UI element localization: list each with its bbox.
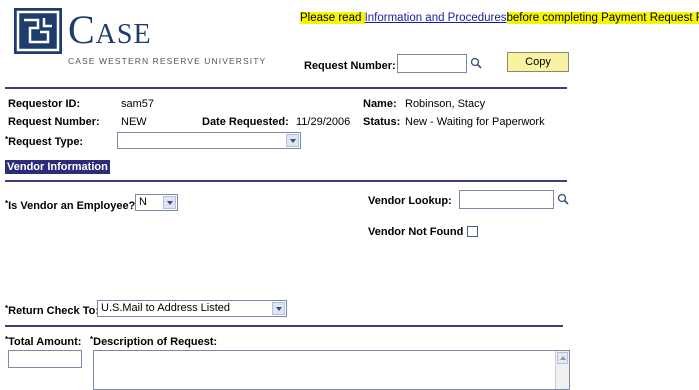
amount-divider <box>5 325 563 327</box>
name-value: Robinson, Stacy <box>405 98 485 110</box>
request-number-value: NEW <box>121 116 147 128</box>
request-type-label: *Request Type: <box>5 136 83 148</box>
total-amount-input[interactable] <box>8 350 82 368</box>
required-marker: * <box>5 135 8 144</box>
request-type-select[interactable] <box>117 132 301 149</box>
requestor-id-value: sam57 <box>121 98 154 110</box>
notice-prefix: Please read <box>300 12 365 24</box>
header-divider <box>5 87 567 89</box>
request-number-input[interactable] <box>397 54 467 73</box>
instructions-notice: Please read Information and Proceduresbe… <box>300 12 699 24</box>
vendor-not-found-checkbox[interactable] <box>467 226 478 237</box>
request-number-search-label: Request Number: <box>304 60 396 72</box>
request-lookup-button[interactable] <box>470 57 482 72</box>
return-check-to-label: *Return Check To: <box>5 305 99 317</box>
case-logo-wordmark: Case <box>68 10 152 50</box>
is-vendor-employee-select[interactable]: N <box>135 194 178 211</box>
return-check-to-select[interactable]: U.S.Mail to Address Listed <box>97 300 287 317</box>
vendor-not-found-label: Vendor Not Found <box>368 226 463 238</box>
notice-suffix: before completing Payment Request Form <box>507 12 699 24</box>
magnifier-icon <box>470 57 482 69</box>
total-amount-label: *Total Amount: <box>5 336 81 348</box>
vendor-divider <box>5 180 567 182</box>
chevron-down-icon <box>286 134 299 147</box>
name-label: Name: <box>363 98 397 110</box>
request-number-label: Request Number: <box>8 116 100 128</box>
vendor-information-header: Vendor Information <box>5 160 110 174</box>
description-label: *Description of Request: <box>90 336 217 348</box>
required-marker: * <box>90 335 93 344</box>
case-logo-mark <box>14 8 62 54</box>
requestor-id-label: Requestor ID: <box>8 98 80 110</box>
status-value: New - Waiting for Paperwork <box>405 116 545 128</box>
chevron-down-icon <box>163 196 176 209</box>
required-marker: * <box>5 304 8 313</box>
date-requested-label: Date Requested: <box>202 116 289 128</box>
vendor-lookup-button[interactable] <box>557 193 569 208</box>
vendor-lookup-label: Vendor Lookup: <box>368 195 452 207</box>
information-procedures-link[interactable]: Information and Procedures <box>365 12 507 24</box>
arrow-up-icon[interactable] <box>557 352 568 364</box>
is-vendor-employee-label: *Is Vendor an Employee? <box>5 200 135 212</box>
status-label: Status: <box>363 116 400 128</box>
date-requested-value: 11/29/2006 <box>296 116 350 128</box>
required-marker: * <box>5 335 8 344</box>
description-textarea[interactable] <box>93 350 570 390</box>
magnifier-icon <box>557 193 569 205</box>
vendor-lookup-input[interactable] <box>459 190 554 209</box>
required-marker: * <box>5 199 8 208</box>
copy-button[interactable]: Copy <box>507 52 569 72</box>
chevron-down-icon <box>272 302 285 315</box>
university-subtitle: CASE WESTERN RESERVE UNIVERSITY <box>68 56 266 66</box>
description-scrollbar[interactable] <box>555 351 569 389</box>
